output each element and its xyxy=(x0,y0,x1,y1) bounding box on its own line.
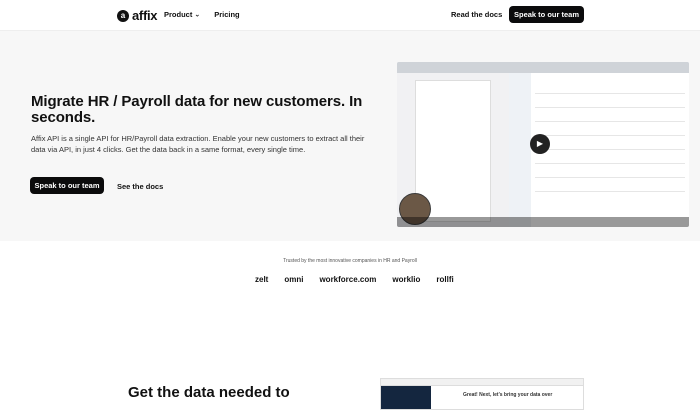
brand-logo[interactable]: a affix xyxy=(117,8,158,23)
video-row xyxy=(535,93,685,94)
video-row xyxy=(535,177,685,178)
read-docs-link[interactable]: Read the docs xyxy=(451,10,502,19)
see-docs-link[interactable]: See the docs xyxy=(117,182,163,191)
trusted-by-label: Trusted by the most innovative companies… xyxy=(283,258,417,264)
section-heading: Get the data needed to xyxy=(128,384,290,401)
video-sidebar xyxy=(509,73,531,227)
hero-subtitle: Affix API is a single API for HR/Payroll… xyxy=(31,134,365,154)
video-row xyxy=(535,121,685,122)
brand-name: affix xyxy=(132,8,158,23)
video-row xyxy=(535,191,685,192)
logo-omni: omni xyxy=(284,275,304,284)
affix-logo-icon: a xyxy=(117,9,129,22)
main-nav: Product ⌄ Pricing xyxy=(164,10,240,19)
nav-item-pricing[interactable]: Pricing xyxy=(214,10,239,19)
hero-speak-to-team-button[interactable]: Speak to our team xyxy=(30,177,104,194)
preview-message: Great! Next, let's bring your data over xyxy=(463,392,553,398)
preview-dark-pane xyxy=(381,386,431,409)
nav-item-product[interactable]: Product ⌄ xyxy=(164,10,200,19)
video-browser-chrome xyxy=(397,62,689,73)
customer-logos: zelt omni workforce.com worklio rollfi xyxy=(255,275,454,284)
video-row xyxy=(535,163,685,164)
preview-browser-bar xyxy=(381,379,583,386)
demo-video[interactable]: ▶ xyxy=(397,62,689,227)
video-row xyxy=(535,149,685,150)
chevron-down-icon: ⌄ xyxy=(194,11,201,19)
video-row xyxy=(535,135,685,136)
video-controls[interactable] xyxy=(397,217,689,227)
hero-title: Migrate HR / Payroll data for new custom… xyxy=(31,93,363,126)
video-row xyxy=(535,107,685,108)
logo-zelt: zelt xyxy=(255,275,269,284)
logo-worklio: worklio xyxy=(392,275,421,284)
speak-to-team-button[interactable]: Speak to our team xyxy=(509,6,584,23)
logo-workforce: workforce.com xyxy=(319,275,377,284)
play-icon[interactable]: ▶ xyxy=(530,134,550,154)
logo-rollfi: rollfi xyxy=(436,275,454,284)
top-navigation: a affix Product ⌄ Pricing Read the docs S… xyxy=(0,0,700,31)
product-preview: Great! Next, let's bring your data over xyxy=(380,378,584,410)
